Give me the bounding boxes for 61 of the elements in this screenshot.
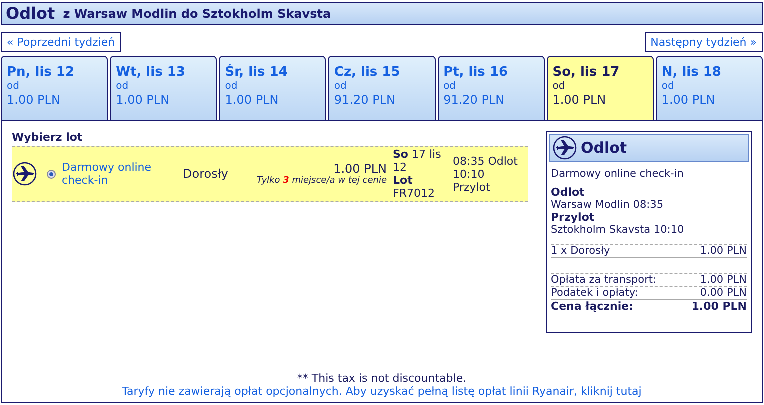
- plane-icon: [553, 136, 577, 160]
- day-label: Pt, lis 16: [444, 65, 508, 80]
- day-label: Wt, lis 13: [116, 65, 186, 80]
- day-label: Cz, lis 15: [334, 65, 400, 80]
- day-tab[interactable]: Pt, lis 16 od 91.20 PLN: [438, 56, 545, 120]
- section-heading: Wybierz lot: [12, 131, 84, 144]
- from-label: od: [7, 81, 20, 92]
- day-tab[interactable]: N, lis 18 od 1.00 PLN: [656, 56, 763, 120]
- day-tab[interactable]: Wt, lis 13 od 1.00 PLN: [110, 56, 218, 120]
- route-text: z Warsaw Modlin do Sztokholm Skavsta: [63, 6, 332, 20]
- day-price: 1.00 PLN: [662, 93, 716, 107]
- line-amount: 0.00 PLN: [700, 287, 747, 299]
- day-label: So, lis 17: [552, 65, 620, 80]
- fare-name: Darmowy online check-in: [551, 168, 685, 180]
- next-week-button[interactable]: Następny tydzień »: [644, 32, 763, 52]
- line-amount: 1.00 PLN: [700, 274, 747, 286]
- flight-row[interactable]: Darmowy online check-in Dorosły 1.00 PLN Tylko 3 miejsce/a w tej cenie So 17 lis 12 Lot FR7012 08:35 Odlot 10:10 Przylot: [12, 146, 528, 202]
- from-label: od: [225, 81, 238, 92]
- departure-label: Odlot: [551, 186, 586, 199]
- day-tab[interactable]: Śr, lis 14 od 1.00 PLN: [219, 56, 326, 120]
- line-label: Opłata za transport:: [551, 274, 657, 286]
- flight-date: So 17 lis 12: [393, 148, 442, 174]
- radio-button[interactable]: [47, 170, 56, 178]
- from-label: od: [334, 81, 347, 92]
- from-label: od: [116, 81, 129, 92]
- availability-note: Tylko 3 miejsce/a w tej cenie: [256, 176, 387, 186]
- plane-icon: [13, 162, 37, 186]
- from-label: od: [552, 81, 566, 92]
- flight-number: Lot FR7012: [393, 174, 436, 200]
- line-label: Cena łącznie:: [551, 300, 634, 313]
- day-tab[interactable]: So, lis 17 od 1.00 PLN: [546, 56, 654, 120]
- from-label: od: [444, 81, 456, 92]
- flight-price: 1.00 PLN: [334, 162, 387, 176]
- day-price: 91.20 PLN: [334, 93, 396, 107]
- day-price: 1.00 PLN: [7, 93, 60, 107]
- day-label: Pn, lis 12: [7, 65, 75, 80]
- arrival-label: Przylot: [551, 211, 596, 224]
- day-price: 91.20 PLN: [444, 93, 505, 107]
- departure-info: Warsaw Modlin 08:35: [551, 199, 665, 211]
- page-title: Odlot: [6, 4, 56, 23]
- day-tab[interactable]: Pn, lis 12 od 1.00 PLN: [1, 56, 108, 120]
- day-tab[interactable]: Cz, lis 15 od 91.20 PLN: [328, 56, 436, 120]
- line-amount: 1.00 PLN: [692, 300, 747, 313]
- line-label: 1 x Dorosły: [551, 245, 610, 257]
- previous-week-button[interactable]: « Poprzedni tydzień: [1, 32, 122, 52]
- day-price: 1.00 PLN: [116, 93, 170, 107]
- fare-link[interactable]: Darmowy online check-in: [62, 161, 177, 187]
- arrival-time: 10:10 Przylot: [453, 168, 492, 194]
- fees-link[interactable]: Taryfy nie zawierają opłat opcjonalnych. Aby uzyskać pełną listę opłat linii Ryanair, kliknij tutaj: [122, 385, 642, 398]
- day-price: 1.00 PLN: [225, 93, 279, 107]
- arrival-info: Sztokholm Skavsta 10:10: [551, 224, 686, 236]
- passenger-type: Dorosły: [183, 167, 230, 181]
- from-label: od: [662, 81, 674, 92]
- line-label: Podatek i opłaty:: [551, 287, 638, 299]
- line-amount: 1.00 PLN: [700, 245, 747, 257]
- day-price: 1.00 PLN: [552, 93, 606, 107]
- tax-note: ** This tax is not discountable.: [297, 372, 467, 385]
- day-label: Śr, lis 14: [225, 65, 288, 80]
- departure-time: 08:35 Odlot: [453, 154, 519, 168]
- summary-title: Odlot: [581, 139, 628, 157]
- day-label: N, lis 18: [662, 65, 722, 80]
